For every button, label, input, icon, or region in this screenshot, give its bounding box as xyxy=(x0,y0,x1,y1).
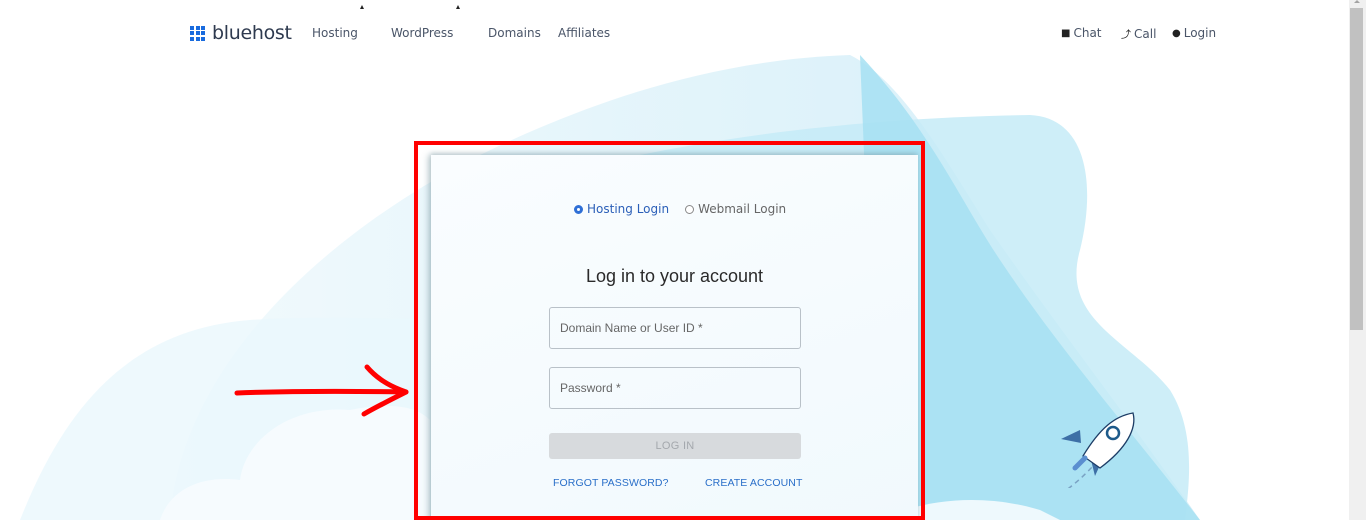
nav-login[interactable]: ● Login xyxy=(1172,26,1216,40)
scroll-up-icon[interactable] xyxy=(1354,0,1360,3)
logo-grid-icon xyxy=(190,25,205,41)
nav-domains[interactable]: Domains xyxy=(488,26,541,40)
phone-icon: ⤴ xyxy=(1121,30,1131,41)
nav-chat[interactable]: ■ Chat xyxy=(1061,26,1102,40)
nav-chat-label: Chat xyxy=(1073,26,1102,40)
nav-affiliates[interactable]: Affiliates xyxy=(558,26,610,40)
caret-icon xyxy=(360,5,364,9)
nav-call-label: Call xyxy=(1134,26,1157,41)
nav-hosting[interactable]: Hosting xyxy=(312,26,358,40)
rocket-icon xyxy=(1061,412,1135,488)
scrollbar-thumb[interactable] xyxy=(1350,8,1363,330)
annotation-arrow-icon xyxy=(234,364,409,417)
vertical-scrollbar[interactable] xyxy=(1349,0,1366,520)
nav-wordpress[interactable]: WordPress xyxy=(391,26,453,40)
caret-icon xyxy=(456,5,460,9)
nav-login-label: Login xyxy=(1183,26,1217,40)
highlight-box xyxy=(414,141,925,520)
logo-text: bluehost xyxy=(212,22,292,44)
user-icon: ● xyxy=(1172,27,1181,39)
bluehost-logo[interactable]: bluehost xyxy=(190,22,292,44)
chat-icon: ■ xyxy=(1061,27,1071,39)
site-header: bluehost Hosting WordPress Domains Affil… xyxy=(0,0,1349,60)
nav-call[interactable]: ⤴ Call xyxy=(1121,26,1157,42)
